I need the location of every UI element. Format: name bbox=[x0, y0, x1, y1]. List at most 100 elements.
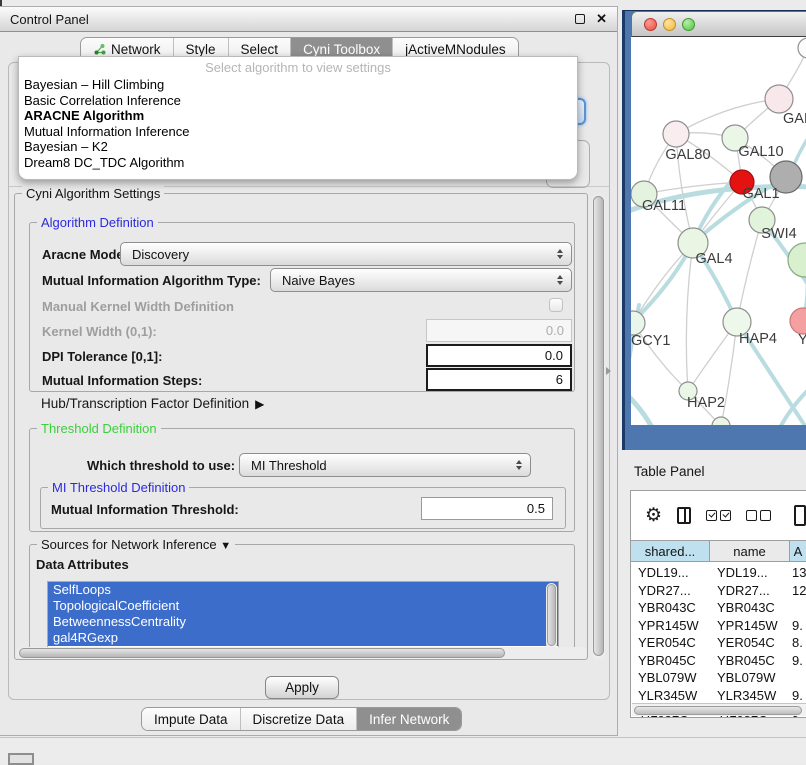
attribute-item-topologicalcoefficient[interactable]: TopologicalCoefficient bbox=[48, 598, 558, 614]
table-row[interactable]: YDR27...YDR27...12 bbox=[631, 582, 806, 600]
table-cell[interactable]: 12 bbox=[790, 582, 806, 600]
attribute-list-scrollbar[interactable] bbox=[546, 583, 557, 649]
kernel-width-input[interactable]: 0.0 bbox=[426, 319, 572, 342]
table-cell[interactable]: YLR345W bbox=[631, 687, 710, 705]
table-cell[interactable] bbox=[790, 669, 806, 687]
control-panel-body: NetworkStyleSelectCyni ToolboxjActiveMNo… bbox=[0, 32, 617, 735]
column-header-shared[interactable]: shared... bbox=[631, 541, 710, 561]
table-cell[interactable]: 9. bbox=[790, 687, 806, 705]
bottom-tab-infer-network[interactable]: Infer Network bbox=[356, 708, 461, 730]
mi-type-value: Naive Bayes bbox=[282, 273, 355, 288]
table-cell[interactable]: YDL19... bbox=[710, 564, 790, 582]
table-cell[interactable]: YER054C bbox=[631, 634, 710, 652]
table-cell[interactable]: YLR345W bbox=[710, 687, 790, 705]
mi-threshold-input[interactable]: 0.5 bbox=[421, 497, 553, 520]
algorithm-option-mutual-information-inference[interactable]: Mutual Information Inference bbox=[19, 124, 577, 140]
mac-minimize-button[interactable] bbox=[663, 18, 676, 31]
algorithm-option-basic-correlation-inference[interactable]: Basic Correlation Inference bbox=[19, 93, 577, 109]
sources-legend[interactable]: Sources for Network Inference ▼ bbox=[37, 537, 235, 552]
network-node[interactable] bbox=[663, 121, 689, 147]
manual-kernel-checkbox[interactable] bbox=[549, 298, 563, 312]
document-icon[interactable] bbox=[794, 505, 806, 526]
mi-steps-input[interactable]: 6 bbox=[426, 368, 572, 391]
network-node[interactable] bbox=[790, 308, 806, 334]
table-row[interactable]: YLR345WYLR345W9. bbox=[631, 687, 806, 705]
columns-icon[interactable] bbox=[677, 507, 691, 524]
table-cell[interactable]: YDR27... bbox=[631, 582, 710, 600]
network-edge[interactable] bbox=[737, 220, 762, 322]
table-row[interactable]: YBL079WYBL079W bbox=[631, 669, 806, 687]
close-icon[interactable]: ✕ bbox=[596, 14, 607, 24]
tab-cyni-toolbox-label: Cyni Toolbox bbox=[303, 42, 380, 57]
tab-select-label: Select bbox=[241, 42, 279, 57]
algorithm-option-bayesian-k2[interactable]: Bayesian – K2 bbox=[19, 139, 577, 155]
network-node[interactable] bbox=[765, 85, 793, 113]
algorithm-option-bayesian-hill-climbing[interactable]: Bayesian – Hill Climbing bbox=[19, 77, 577, 93]
hub-section-toggle[interactable]: Hub/Transcription Factor Definition▶ bbox=[41, 396, 264, 411]
bottom-tab-impute-data[interactable]: Impute Data bbox=[142, 708, 240, 730]
mac-close-button[interactable] bbox=[644, 18, 657, 31]
network-canvas[interactable]: GALGAL80GAL10GAL1GAL11SWI4GAL4GCY1HAP4YH… bbox=[631, 37, 806, 425]
panel-splitter-handle[interactable] bbox=[606, 367, 611, 375]
algorithm-option-aracne-algorithm[interactable]: ARACNE Algorithm bbox=[19, 108, 577, 124]
data-attributes-label: Data Attributes bbox=[36, 557, 129, 572]
table-panel-title: Table Panel bbox=[634, 464, 705, 479]
table-cell[interactable]: YBR043C bbox=[631, 599, 710, 617]
aracne-mode-select[interactable]: Discovery bbox=[120, 242, 572, 266]
table-row[interactable]: YBR043CYBR043C bbox=[631, 599, 806, 617]
network-node[interactable] bbox=[712, 417, 730, 425]
select-all-icon[interactable] bbox=[706, 510, 731, 521]
table-cell[interactable]: 13 bbox=[790, 564, 806, 582]
attribute-item-betweennesscentrality[interactable]: BetweennessCentrality bbox=[48, 614, 558, 630]
gear-icon[interactable]: ⚙ bbox=[645, 506, 662, 525]
network-node[interactable] bbox=[788, 243, 806, 277]
dpi-tolerance-input[interactable]: 0.0 bbox=[426, 344, 572, 367]
table-cell[interactable]: 9. bbox=[790, 617, 806, 635]
mac-zoom-button[interactable] bbox=[682, 18, 695, 31]
bottom-tab-discretize-data-label: Discretize Data bbox=[253, 712, 345, 727]
bottom-tab-discretize-data[interactable]: Discretize Data bbox=[240, 708, 357, 730]
table-cell[interactable]: YBL079W bbox=[710, 669, 790, 687]
kernel-width-value: 0.0 bbox=[546, 323, 564, 338]
table-cell[interactable]: YBR045C bbox=[631, 652, 710, 670]
table-cell[interactable] bbox=[790, 599, 806, 617]
table-cell[interactable]: YBR045C bbox=[710, 652, 790, 670]
aracne-mode-value: Discovery bbox=[132, 247, 189, 262]
attribute-item-gal4rgexp[interactable]: gal4RGexp bbox=[48, 630, 558, 646]
attribute-item-selfloops[interactable]: SelfLoops bbox=[48, 582, 558, 598]
table-cell[interactable]: YBR043C bbox=[710, 599, 790, 617]
which-threshold-select[interactable]: MI Threshold bbox=[239, 453, 531, 477]
minimized-window-icon[interactable] bbox=[8, 753, 34, 765]
settings-horizontal-scrollbar[interactable] bbox=[17, 647, 587, 659]
table-horizontal-scrollbar[interactable] bbox=[632, 703, 806, 716]
table-cell[interactable]: YER054C bbox=[710, 634, 790, 652]
kernel-width-label: Kernel Width (0,1): bbox=[42, 324, 157, 339]
table-row[interactable]: YPR145WYPR145W9. bbox=[631, 617, 806, 635]
node-label-gal80: GAL80 bbox=[665, 147, 710, 163]
settings-vertical-scrollbar[interactable] bbox=[592, 194, 605, 660]
column-header-a[interactable]: A bbox=[790, 541, 806, 561]
network-node[interactable] bbox=[631, 311, 645, 335]
column-header-name[interactable]: name bbox=[710, 541, 790, 561]
cyni-settings-legend: Cyni Algorithm Settings bbox=[22, 186, 164, 201]
table-row[interactable]: YER054CYER054C8. bbox=[631, 634, 806, 652]
network-edge[interactable] bbox=[631, 389, 655, 425]
float-icon[interactable] bbox=[575, 14, 585, 24]
network-window-titlebar[interactable] bbox=[631, 11, 806, 37]
network-edge[interactable] bbox=[686, 243, 693, 391]
apply-button[interactable]: Apply bbox=[265, 676, 339, 699]
algorithm-option-dream8-dc-tdc-algorithm[interactable]: Dream8 DC_TDC Algorithm bbox=[19, 155, 577, 171]
expand-arrow-icon: ▶ bbox=[255, 397, 264, 411]
table-cell[interactable]: YPR145W bbox=[710, 617, 790, 635]
table-row[interactable]: YDL19...YDL19...13 bbox=[631, 564, 806, 582]
mi-type-select[interactable]: Naive Bayes bbox=[270, 268, 572, 292]
network-node[interactable] bbox=[798, 38, 806, 58]
table-cell[interactable]: YBL079W bbox=[631, 669, 710, 687]
table-cell[interactable]: YPR145W bbox=[631, 617, 710, 635]
table-row[interactable]: YBR045CYBR045C9. bbox=[631, 652, 806, 670]
table-cell[interactable]: 9. bbox=[790, 652, 806, 670]
table-cell[interactable]: YDL19... bbox=[631, 564, 710, 582]
table-cell[interactable]: YDR27... bbox=[710, 582, 790, 600]
deselect-all-icon[interactable] bbox=[746, 510, 771, 521]
table-cell[interactable]: 8. bbox=[790, 634, 806, 652]
